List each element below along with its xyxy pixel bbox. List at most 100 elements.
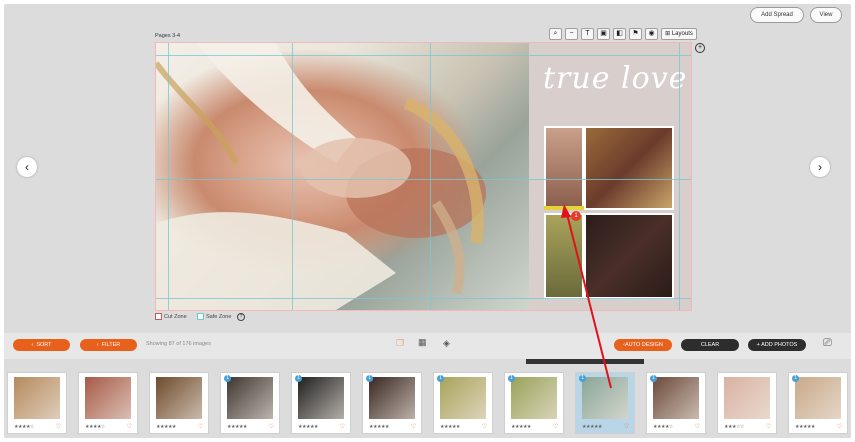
heart-icon[interactable]: ♡	[56, 423, 61, 430]
safe-zone-label: Safe Zone	[206, 313, 232, 320]
guide-line	[156, 55, 691, 56]
add-icon[interactable]: +	[695, 43, 705, 53]
star-rating[interactable]: ★★★★★	[227, 424, 247, 430]
thumbnail-image	[724, 377, 770, 419]
spread-canvas[interactable]: true love 1	[156, 43, 691, 310]
grid-icon[interactable]: ▦	[418, 337, 427, 348]
add-spread-button[interactable]: Add Spread	[750, 7, 804, 23]
photo-slot-2[interactable]	[584, 126, 674, 210]
thumbnail[interactable]: 1 ★★★★★ ♡	[433, 372, 493, 434]
view-button[interactable]: View	[810, 7, 842, 23]
add-photos-button[interactable]: + ADD PHOTOS	[748, 339, 806, 351]
used-badge: 1	[224, 375, 231, 382]
right-page[interactable]: true love 1	[529, 43, 691, 310]
photo-slot-1[interactable]	[544, 126, 584, 210]
photo-slot-3[interactable]	[544, 213, 584, 299]
star-rating[interactable]: ★★★★★	[582, 424, 602, 430]
heart-icon[interactable]: ♡	[127, 423, 132, 430]
thumbnail-image	[14, 377, 60, 419]
thumbnail[interactable]: ★★★★☆ ♡	[78, 372, 138, 434]
auto-design-button[interactable]: ‹AUTO DESIGN	[614, 339, 672, 351]
guide-line	[292, 43, 293, 310]
layouts-button[interactable]: ⊞ Layouts	[661, 28, 697, 40]
add-image-icon[interactable]: ⎚	[823, 337, 832, 350]
heart-icon[interactable]: ♡	[411, 423, 416, 430]
star-rating[interactable]: ★★★★★	[369, 424, 389, 430]
used-badge: 1	[579, 375, 586, 382]
cut-zone-legend: Cut Zone	[155, 313, 187, 320]
copy-icon[interactable]: ❐	[396, 338, 404, 349]
cut-zone-label: Cut Zone	[164, 313, 187, 320]
photo-strip: ★★★★☆ ♡ ★★★★☆ ♡ ★★★★★ ♡ 1 ★★★★★ ♡ 1 ★★★★★ ♡ 1 ★★★★★ ♡ 1…	[4, 366, 851, 438]
photo-slot-4[interactable]	[584, 213, 674, 299]
guide-line	[156, 179, 691, 180]
used-badge: 1	[437, 375, 444, 382]
used-badge: 1	[366, 375, 373, 382]
clear-button[interactable]: CLEAR	[681, 339, 739, 351]
showing-count: Showing 87 of 176 images	[146, 341, 211, 347]
star-rating[interactable]: ★★★★☆	[653, 424, 673, 430]
star-rating[interactable]: ★★★☆☆	[724, 424, 744, 430]
thumbnail[interactable]: 1 ★★★★★ ♡	[362, 372, 422, 434]
help-icon[interactable]: ?	[237, 313, 245, 321]
thumbnail[interactable]: ★★★☆☆ ♡	[717, 372, 777, 434]
main-photo-hands[interactable]	[156, 43, 529, 310]
heart-icon[interactable]: ♡	[695, 423, 700, 430]
star-rating[interactable]: ★★★★☆	[85, 424, 105, 430]
stack-icon[interactable]: ◈	[443, 338, 450, 349]
thumbnail[interactable]: 1 ★★★★★ ♡	[220, 372, 280, 434]
used-badge: 1	[792, 375, 799, 382]
cut-zone-swatch	[155, 313, 162, 320]
title-script[interactable]: true love	[543, 61, 687, 96]
star-rating[interactable]: ★★★★★	[511, 424, 531, 430]
pages-label: Pages 3-4	[155, 33, 181, 39]
prev-spread-arrow[interactable]: ‹	[17, 157, 37, 177]
star-rating[interactable]: ★★★★★	[795, 424, 815, 430]
flag-icon[interactable]: ⚑	[629, 28, 642, 40]
star-rating[interactable]: ★★★★★	[298, 424, 318, 430]
thumbnail[interactable]: 1 ★★★★☆ ♡	[646, 372, 706, 434]
thumbnail[interactable]: 1 ★★★★★ ♡	[504, 372, 564, 434]
text-icon[interactable]: T	[581, 28, 594, 40]
layer-back-icon[interactable]: ◧	[613, 28, 626, 40]
star-rating[interactable]: ★★★★★	[156, 424, 176, 430]
help-legend: ?	[237, 313, 245, 321]
heart-icon[interactable]: ♡	[837, 423, 842, 430]
minus-line-icon[interactable]: −	[565, 28, 578, 40]
guide-line	[168, 43, 169, 310]
next-spread-arrow[interactable]: ›	[810, 157, 830, 177]
eye-icon[interactable]: ◉	[645, 28, 658, 40]
count-badge: 1	[571, 211, 581, 221]
auto-design-label: AUTO DESIGN	[625, 342, 663, 348]
heart-icon[interactable]: ♡	[624, 423, 629, 430]
used-badge: 1	[295, 375, 302, 382]
thumbnail[interactable]: ★★★★★ ♡	[149, 372, 209, 434]
thumbnail[interactable]: 1 ★★★★★ ♡	[575, 372, 635, 434]
star-rating[interactable]: ★★★★☆	[14, 424, 34, 430]
heart-icon[interactable]: ♡	[269, 423, 274, 430]
heart-icon[interactable]: ♡	[766, 423, 771, 430]
thumbnail[interactable]: 1 ★★★★★ ♡	[788, 372, 848, 434]
safe-zone-legend: Safe Zone	[197, 313, 231, 320]
guide-line	[430, 43, 431, 310]
thumbnail-image	[795, 377, 841, 419]
strip-scrollbar[interactable]	[526, 359, 644, 364]
thumbnail-image	[653, 377, 699, 419]
thumbnail-image	[156, 377, 202, 419]
magnifier-icon[interactable]: ⌕	[549, 28, 562, 40]
star-rating[interactable]: ★★★★★	[440, 424, 460, 430]
filter-button[interactable]: ‹ FILTER	[80, 339, 137, 351]
layer-front-icon[interactable]: ▣	[597, 28, 610, 40]
heart-icon[interactable]: ♡	[482, 423, 487, 430]
thumbnail-image	[582, 377, 628, 419]
sort-button[interactable]: ‹ SORT	[13, 339, 70, 351]
filter-label: FILTER	[101, 342, 121, 348]
heart-icon[interactable]: ♡	[340, 423, 345, 430]
thumbnail[interactable]: 1 ★★★★★ ♡	[291, 372, 351, 434]
heart-icon[interactable]: ♡	[553, 423, 558, 430]
thumbnail-image	[440, 377, 486, 419]
heart-icon[interactable]: ♡	[198, 423, 203, 430]
guide-line	[156, 298, 691, 299]
app-window: Add Spread View Pages 3-4 ⌕ − T ▣ ◧ ⚑ ◉ …	[4, 4, 851, 438]
thumbnail[interactable]: ★★★★☆ ♡	[7, 372, 67, 434]
